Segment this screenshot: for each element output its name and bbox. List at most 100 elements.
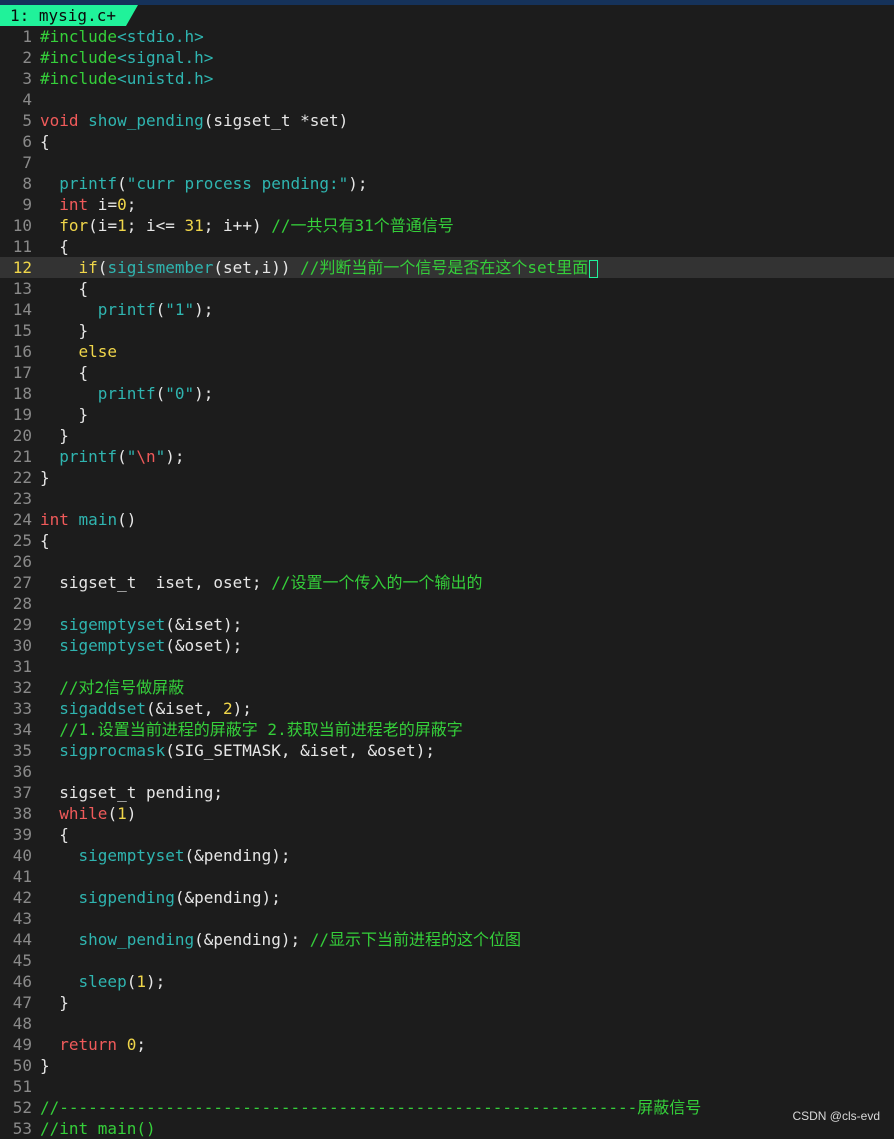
code-token: #include — [40, 69, 118, 88]
code-line[interactable]: 13 { — [0, 278, 894, 299]
line-number: 38 — [12, 804, 32, 823]
code-token: 31 — [184, 216, 204, 235]
code-token: (&pending); — [184, 846, 291, 865]
code-line[interactable]: 42 sigpending(&pending); — [0, 887, 894, 908]
code-line[interactable]: 14 printf("1"); — [0, 299, 894, 320]
code-text: //int main() — [40, 1119, 156, 1138]
code-line[interactable]: 9 int i=0; — [0, 194, 894, 215]
line-number: 33 — [12, 699, 32, 718]
code-line[interactable]: 4 — [0, 89, 894, 110]
code-line[interactable]: 48 — [0, 1013, 894, 1034]
code-text: printf("curr process pending:"); — [40, 174, 367, 193]
code-token: ( — [155, 384, 166, 403]
code-line[interactable]: 7 — [0, 152, 894, 173]
code-line[interactable]: 17 { — [0, 362, 894, 383]
code-token: (&iset); — [165, 615, 243, 634]
code-text: } — [40, 426, 69, 445]
line-number: 15 — [12, 321, 32, 340]
code-line[interactable]: 24 int main() — [0, 509, 894, 530]
code-line[interactable]: 5 void show_pending(sigset_t *set) — [0, 110, 894, 131]
code-text: //对2信号做屏蔽 — [40, 678, 184, 697]
line-number: 13 — [12, 279, 32, 298]
code-token: ( — [107, 804, 118, 823]
code-text: #include<unistd.h> — [40, 69, 213, 88]
code-token: ; — [136, 1035, 146, 1054]
code-text: return 0; — [40, 1035, 146, 1054]
code-line[interactable]: 10 for(i=1; i<= 31; i++) //一共只有31个普通信号 — [0, 215, 894, 236]
code-line[interactable]: 47 } — [0, 992, 894, 1013]
code-text: printf("1"); — [40, 300, 214, 319]
code-line[interactable]: 33 sigaddset(&iset, 2); — [0, 698, 894, 719]
line-number: 45 — [12, 951, 32, 970]
code-line[interactable]: 29 sigemptyset(&iset); — [0, 614, 894, 635]
code-line[interactable]: 8 printf("curr process pending:"); — [0, 173, 894, 194]
code-line[interactable]: 34 //1.设置当前进程的屏蔽字 2.获取当前进程老的屏蔽字 — [0, 719, 894, 740]
line-number: 43 — [12, 909, 32, 928]
line-number: 7 — [22, 153, 32, 172]
line-number: 49 — [12, 1035, 32, 1054]
code-line[interactable]: 35 sigprocmask(SIG_SETMASK, &iset, &oset… — [0, 740, 894, 761]
line-number: 21 — [12, 447, 32, 466]
code-line[interactable]: 18 printf("0"); — [0, 383, 894, 404]
code-line[interactable]: 52 //------------------------------------… — [0, 1097, 894, 1118]
code-line[interactable]: 3 #include<unistd.h> — [0, 68, 894, 89]
code-line[interactable]: 46 sleep(1); — [0, 971, 894, 992]
code-line[interactable]: 30 sigemptyset(&oset); — [0, 635, 894, 656]
code-line[interactable]: 19 } — [0, 404, 894, 425]
code-line[interactable]: 37 sigset_t pending; — [0, 782, 894, 803]
code-token: ; i++) — [203, 216, 272, 235]
code-line[interactable]: 6{ — [0, 131, 894, 152]
code-editor[interactable]: 1 #include<stdio.h> 2 #include<signal.h> 3 #i… — [0, 26, 894, 1139]
code-line[interactable]: 36 — [0, 761, 894, 782]
code-token: //1.设置当前进程的屏蔽字 2.获取当前进程老的屏蔽字 — [59, 720, 463, 739]
code-line[interactable]: 40 sigemptyset(&pending); — [0, 845, 894, 866]
code-token: ); — [194, 384, 214, 403]
code-line[interactable]: 26 — [0, 551, 894, 572]
line-number: 16 — [12, 342, 32, 361]
code-token: 0 — [117, 195, 127, 214]
code-line[interactable]: 31 — [0, 656, 894, 677]
code-line[interactable]: 44 show_pending(&pending); //显示下当前进程的这个位… — [0, 929, 894, 950]
code-line[interactable]: 27 sigset_t iset, oset; //设置一个传入的一个输出的 — [0, 572, 894, 593]
code-line[interactable]: 51 — [0, 1076, 894, 1097]
code-line[interactable]: 41 — [0, 866, 894, 887]
code-line[interactable]: 1 #include<stdio.h> — [0, 26, 894, 47]
code-line[interactable]: 2 #include<signal.h> — [0, 47, 894, 68]
code-line[interactable]: 43 — [0, 908, 894, 929]
line-number: 37 — [12, 783, 32, 802]
code-token: while — [59, 804, 108, 823]
code-line[interactable]: 12 if(sigismember(set,i)) //判断当前一个信号是否在这… — [0, 257, 894, 278]
code-line[interactable]: 39 { — [0, 824, 894, 845]
code-line[interactable]: 15 } — [0, 320, 894, 341]
tab-mysig-c[interactable]: 1: mysig.c+ — [0, 5, 138, 26]
code-token: if — [78, 258, 98, 277]
code-token: #include — [40, 48, 118, 67]
code-token: ); — [194, 300, 214, 319]
code-text: sigemptyset(&pending); — [40, 846, 291, 865]
code-token: } — [40, 468, 50, 487]
code-line[interactable]: 21 printf("\n"); — [0, 446, 894, 467]
line-number: 5 — [22, 111, 32, 130]
code-token: for — [59, 216, 89, 235]
code-line[interactable]: 49 return 0; — [0, 1034, 894, 1055]
code-line[interactable]: 20 } — [0, 425, 894, 446]
line-number: 53 — [12, 1119, 32, 1138]
code-line[interactable]: 45 — [0, 950, 894, 971]
code-token: //一共只有31个普通信号 — [271, 216, 454, 235]
code-line[interactable]: 38 while(1) — [0, 803, 894, 824]
code-line[interactable]: 11 { — [0, 236, 894, 257]
code-line[interactable]: 32 //对2信号做屏蔽 — [0, 677, 894, 698]
code-token: <signal.h> — [117, 48, 214, 67]
code-line[interactable]: 23 — [0, 488, 894, 509]
code-token: (set,i)) — [213, 258, 301, 277]
code-line[interactable]: 16 else — [0, 341, 894, 362]
code-line[interactable]: 53 //int main() — [0, 1118, 894, 1139]
code-line[interactable]: 28 — [0, 593, 894, 614]
code-line[interactable]: 22} — [0, 467, 894, 488]
code-line[interactable]: 25 { — [0, 530, 894, 551]
code-line[interactable]: 50} — [0, 1055, 894, 1076]
